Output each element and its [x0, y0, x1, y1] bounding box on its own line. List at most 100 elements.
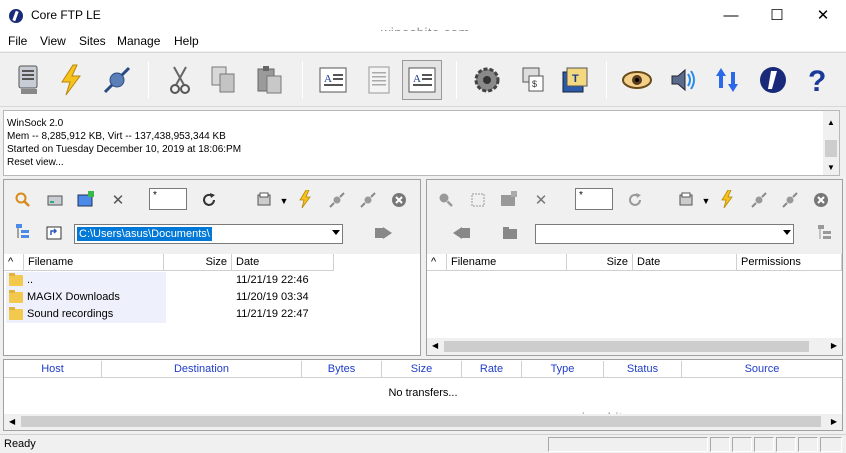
transfer-mode-icon[interactable] [256, 190, 276, 210]
list-item[interactable]: Sound recordings 11/21/19 22:47 [4, 306, 420, 323]
site-manager-icon[interactable]: $ [517, 63, 551, 97]
minimize-button[interactable]: — [708, 0, 754, 31]
quick-connect-icon[interactable] [295, 189, 315, 209]
delete-icon[interactable]: ✕ [108, 190, 128, 210]
sound-icon[interactable] [666, 63, 700, 97]
new-folder-icon[interactable] [76, 189, 96, 209]
parent-folder-icon[interactable] [44, 222, 64, 242]
chevron-down-icon[interactable]: ▼ [696, 191, 716, 211]
list-item[interactable]: MAGIX Downloads 11/20/19 03:34 [4, 289, 420, 306]
chevron-down-icon[interactable]: ▼ [274, 191, 294, 211]
cut-icon[interactable] [163, 63, 197, 97]
column-source[interactable]: Source [682, 361, 842, 378]
transfers-hscrollbar[interactable]: ◀ ▶ [4, 414, 842, 430]
folder-icon [9, 290, 23, 303]
menu-manage[interactable]: Manage [117, 34, 160, 48]
column-date[interactable]: Date [232, 254, 334, 271]
help-icon[interactable]: ? [800, 63, 834, 97]
transfer-mode-icon[interactable] [678, 190, 698, 210]
refresh-icon[interactable] [199, 190, 219, 210]
connect-plug-icon[interactable] [749, 190, 769, 210]
remote-hscrollbar[interactable]: ◀ ▶ [427, 338, 842, 355]
upload-arrow-icon[interactable] [374, 223, 394, 243]
scroll-up-icon[interactable]: ▲ [827, 116, 835, 129]
column-filename[interactable]: Filename [24, 254, 164, 271]
core-logo-icon[interactable] [756, 63, 790, 97]
column-size[interactable]: Size [164, 254, 232, 271]
scroll-thumb[interactable] [21, 416, 821, 427]
search-icon[interactable] [436, 190, 456, 210]
column-permissions[interactable]: Permissions [737, 254, 842, 271]
tree-view-icon[interactable] [815, 223, 835, 243]
scroll-left-icon[interactable]: ◀ [9, 417, 15, 426]
menu-view[interactable]: View [40, 34, 66, 48]
view-icon[interactable]: A [316, 63, 350, 97]
disconnect-plug-icon[interactable] [358, 190, 378, 210]
local-file-list[interactable]: ^ Filename Size Date .. 11/21/19 22:46 M… [4, 254, 420, 355]
chevron-down-icon[interactable] [332, 230, 340, 235]
paste-icon[interactable] [252, 63, 286, 97]
column-size[interactable]: Size [382, 361, 462, 378]
scroll-thumb[interactable] [825, 140, 837, 157]
column-rate[interactable]: Rate [462, 361, 522, 378]
disconnect-plug-icon[interactable] [780, 190, 800, 210]
abort-icon[interactable] [389, 190, 409, 210]
column-type[interactable]: Type [522, 361, 604, 378]
local-path-combo[interactable]: C:\Users\asus\Documents\ [74, 224, 343, 244]
file-date: 11/21/19 22:47 [236, 308, 309, 320]
refresh-icon[interactable] [625, 190, 645, 210]
folder-icon[interactable] [500, 223, 520, 243]
download-arrow-icon[interactable] [451, 223, 471, 243]
local-filter-input[interactable]: * [149, 188, 187, 210]
delete-icon[interactable]: ✕ [531, 190, 551, 210]
sort-column[interactable]: ^ [4, 254, 24, 271]
menu-sites[interactable]: Sites [79, 34, 106, 48]
column-host[interactable]: Host [4, 361, 102, 378]
copy-icon[interactable] [206, 63, 240, 97]
column-bytes[interactable]: Bytes [302, 361, 382, 378]
tree-view-icon[interactable] [13, 222, 33, 242]
log-icon[interactable]: A [402, 60, 442, 100]
settings-icon[interactable] [470, 63, 504, 97]
column-date[interactable]: Date [633, 254, 737, 271]
connect-plug-icon[interactable] [327, 190, 347, 210]
column-destination[interactable]: Destination [102, 361, 302, 378]
column-filename[interactable]: Filename [447, 254, 567, 271]
disconnect-icon[interactable] [100, 63, 134, 97]
sort-column[interactable]: ^ [427, 254, 447, 271]
terminal-icon[interactable]: T [558, 63, 592, 97]
transfer-icon[interactable] [710, 63, 744, 97]
connect-icon[interactable] [12, 63, 46, 97]
scroll-down-icon[interactable]: ▼ [827, 161, 835, 174]
quick-connect-icon[interactable] [54, 63, 88, 97]
select-icon[interactable] [468, 190, 488, 210]
edit-icon[interactable] [362, 63, 396, 97]
scroll-right-icon[interactable]: ▶ [831, 341, 837, 350]
menu-help[interactable]: Help [174, 34, 199, 48]
local-drive-icon[interactable] [45, 190, 65, 210]
remote-filter-input[interactable]: * [575, 188, 613, 210]
abort-icon[interactable] [811, 190, 831, 210]
scroll-right-icon[interactable]: ▶ [831, 417, 837, 426]
eye-icon[interactable] [620, 63, 654, 97]
column-size[interactable]: Size [567, 254, 633, 271]
window-title: Core FTP LE [31, 8, 101, 22]
chevron-down-icon[interactable] [783, 230, 791, 235]
maximize-button[interactable]: ☐ [754, 0, 800, 31]
close-button[interactable]: ✕ [800, 0, 846, 31]
log-line: WinSock 2.0 [7, 118, 64, 129]
column-status[interactable]: Status [604, 361, 682, 378]
remote-path-combo[interactable] [535, 224, 794, 244]
list-item[interactable]: .. 11/21/19 22:46 [4, 272, 420, 289]
search-icon[interactable] [13, 190, 33, 210]
new-folder-icon[interactable] [499, 189, 519, 209]
quick-connect-icon[interactable] [717, 189, 737, 209]
file-name: MAGIX Downloads [27, 291, 120, 303]
log-scrollbar[interactable]: ▲ ▼ [823, 111, 839, 175]
folder-icon [9, 307, 23, 320]
remote-file-list[interactable]: ^ Filename Size Date Permissions ◀ ▶ [427, 254, 842, 355]
scroll-thumb[interactable] [444, 341, 809, 352]
menu-file[interactable]: File [8, 34, 27, 48]
status-panel [732, 437, 752, 452]
scroll-left-icon[interactable]: ◀ [432, 341, 438, 350]
